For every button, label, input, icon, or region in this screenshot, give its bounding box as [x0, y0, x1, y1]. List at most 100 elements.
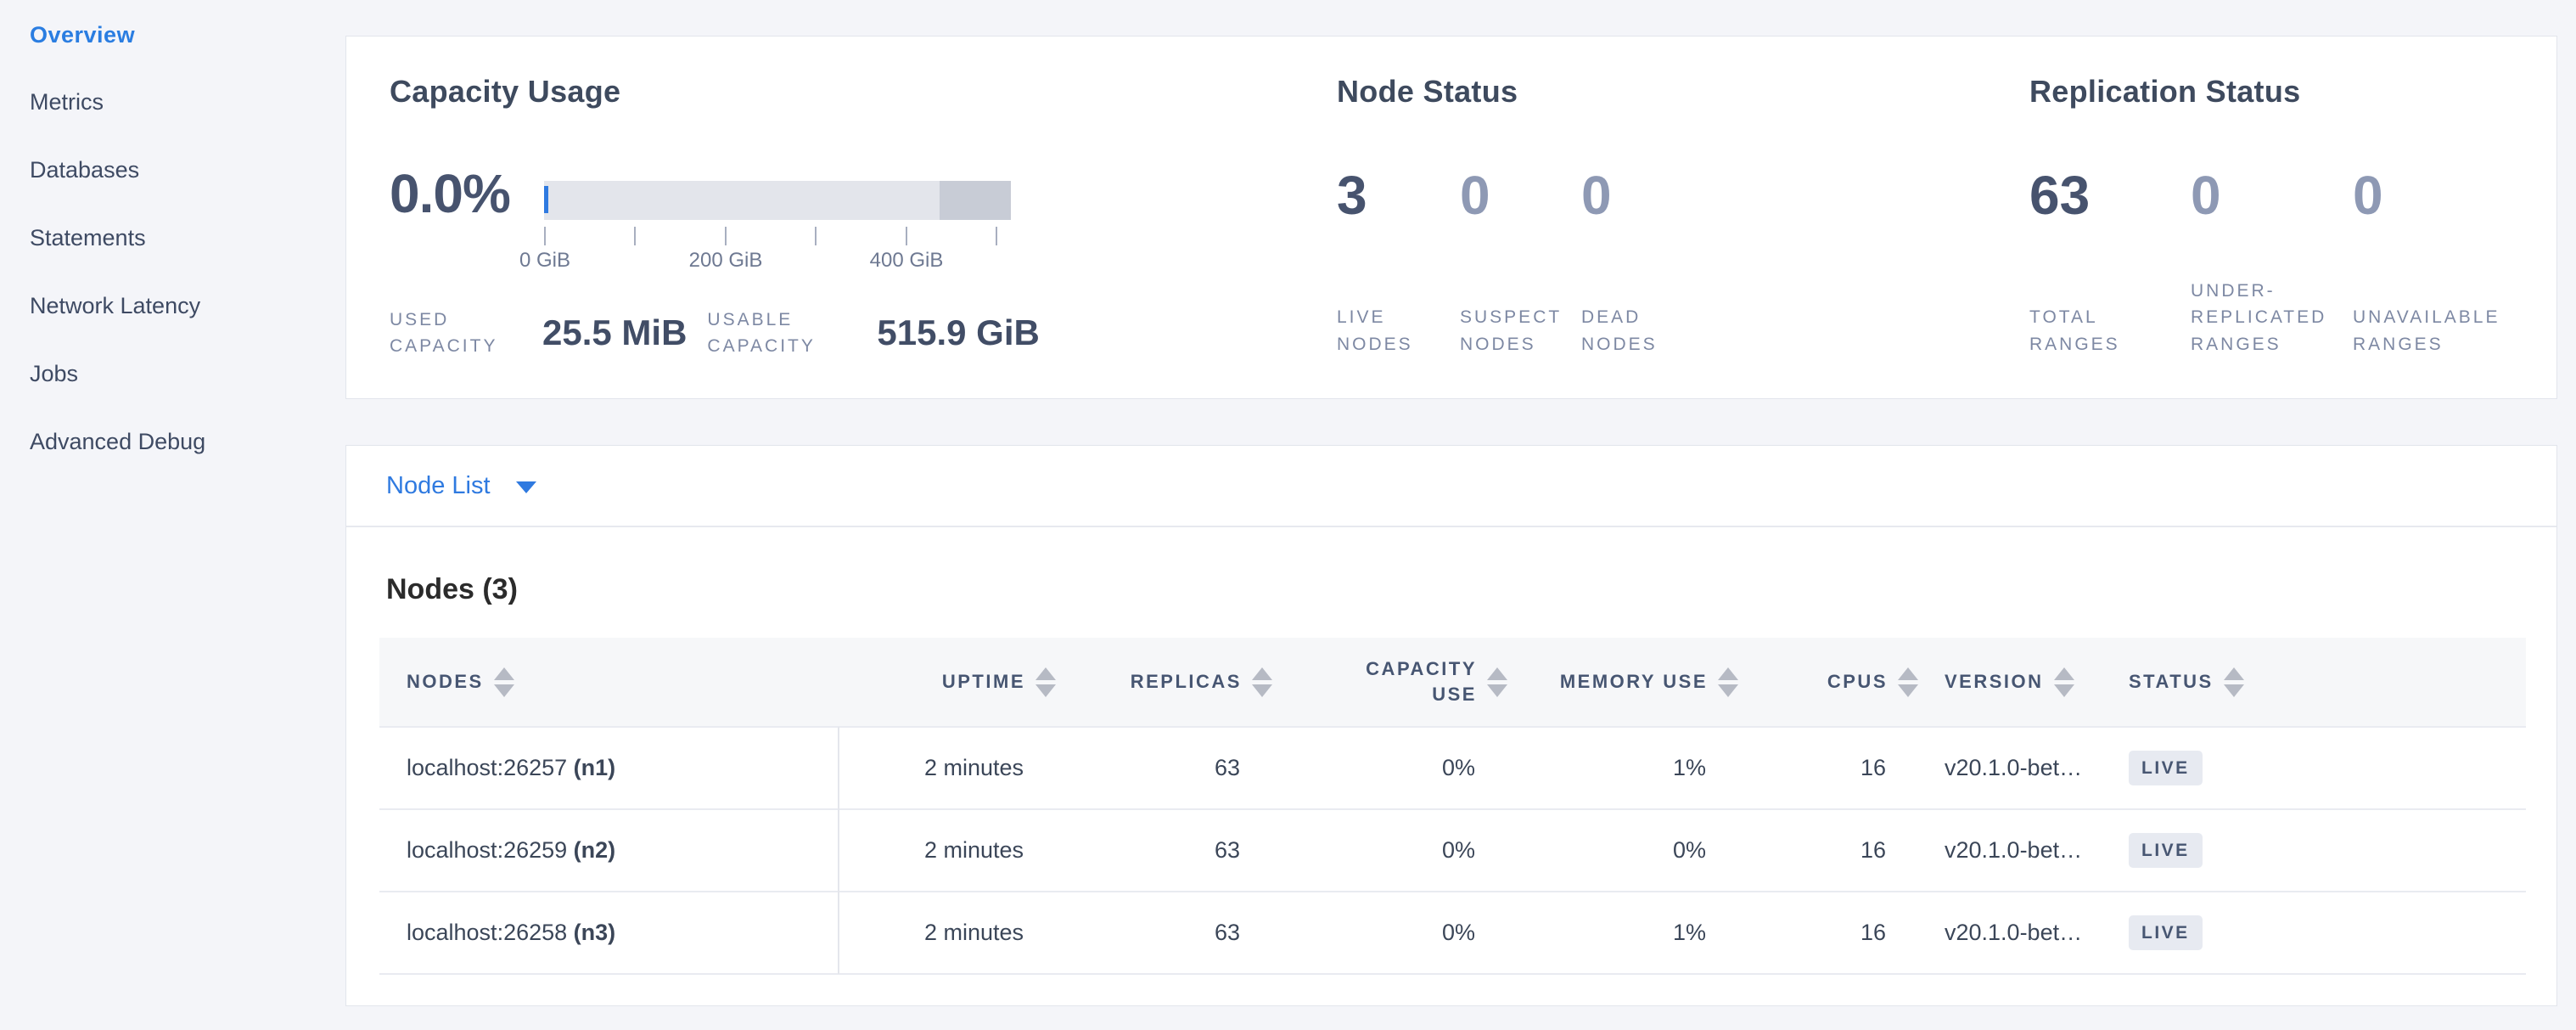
unavailable-ranges-value: 0 [2353, 164, 2531, 227]
chevron-down-icon [516, 481, 536, 493]
version-cell: v20.1.0-bet… [1918, 809, 2106, 892]
node-list-dropdown-label: Node List [386, 472, 491, 500]
node-id: (n1) [574, 755, 616, 780]
nodes-column-divider [838, 727, 839, 974]
column-header-replicas[interactable]: REPLICAS [1056, 638, 1272, 727]
suspect-nodes-label: SUSPECT NODES [1460, 304, 1570, 357]
total-ranges-label: TOTAL RANGES [2029, 304, 2131, 357]
node-list-dropdown-band: Node List [346, 446, 2556, 527]
live-nodes-value: 3 [1337, 164, 1460, 227]
replicas-cell: 63 [1056, 809, 1272, 892]
status-badge: LIVE [2129, 751, 2203, 785]
uptime-cell: 2 minutes [838, 727, 1056, 809]
sidebar-item-advanced-debug[interactable]: Advanced Debug [30, 408, 205, 476]
axis-label-200: 200 GiB [689, 249, 763, 273]
node-address[interactable]: localhost:26258 [407, 920, 567, 945]
usable-capacity-label: USABLE CAPACITY [707, 307, 858, 360]
status-badge: LIVE [2129, 833, 2203, 868]
node-address[interactable]: localhost:26257 [407, 755, 567, 780]
memory-use-cell: 1% [1507, 727, 1738, 809]
capacity-use-header-label: CAPACITY USE [1358, 656, 1477, 706]
capacity-gauge-axis-labels: 0 GiB 200 GiB 400 GiB [544, 249, 1011, 274]
nodes-header-label: NODES [407, 671, 484, 693]
sort-icon [1898, 667, 1918, 697]
capacity-use-cell: 0% [1272, 727, 1507, 809]
sort-icon [1487, 667, 1507, 697]
column-header-capacity-use[interactable]: CAPACITY USE [1272, 638, 1507, 727]
node-id: (n3) [574, 920, 616, 945]
axis-label-0: 0 GiB [519, 249, 570, 273]
cpus-cell: 16 [1738, 727, 1918, 809]
memory-use-header-label: MEMORY USE [1560, 671, 1708, 693]
usable-capacity-value: 515.9 GiB [877, 312, 1039, 353]
under-replicated-ranges-value: 0 [2191, 164, 2353, 227]
column-header-nodes[interactable]: NODES [379, 638, 838, 727]
suspect-nodes-stat: 0 SUSPECT NODES [1460, 164, 1581, 357]
version-cell: v20.1.0-bet… [1918, 727, 2106, 809]
sidebar-item-jobs[interactable]: Jobs [30, 340, 78, 408]
column-header-cpus[interactable]: CPUS [1738, 638, 1918, 727]
live-nodes-label: LIVE NODES [1337, 304, 1430, 357]
node-list-dropdown[interactable]: Node List [386, 472, 536, 500]
sidebar-item-databases[interactable]: Databases [30, 136, 139, 204]
total-ranges-value: 63 [2029, 164, 2191, 227]
uptime-cell: 2 minutes [838, 809, 1056, 892]
cpus-header-label: CPUS [1827, 671, 1888, 693]
replicas-cell: 63 [1056, 727, 1272, 809]
under-replicated-ranges-label: UNDER-REPLICATED RANGES [2191, 278, 2343, 358]
version-header-label: VERSION [1945, 671, 2044, 693]
replicas-cell: 63 [1056, 892, 1272, 974]
sort-icon [1035, 667, 1056, 697]
node-list-card: Node List Nodes (3) NODES UPTIME [345, 445, 2557, 1006]
unavailable-ranges-stat: 0 UNAVAILABLE RANGES [2353, 164, 2531, 357]
node-address[interactable]: localhost:26259 [407, 837, 567, 863]
sort-icon [2224, 667, 2244, 697]
live-nodes-stat: 3 LIVE NODES [1337, 164, 1460, 357]
sort-icon [1718, 667, 1738, 697]
nodes-table: NODES UPTIME REPLICAS CAPACITY USE MEMOR… [379, 638, 2526, 975]
sidebar-item-overview[interactable]: Overview [30, 1, 135, 69]
column-header-version[interactable]: VERSION [1918, 638, 2106, 727]
memory-use-cell: 0% [1507, 809, 1738, 892]
table-row[interactable]: localhost:26259 (n2) 2 minutes 63 0% 0% … [379, 809, 2526, 892]
capacity-use-cell: 0% [1272, 809, 1507, 892]
replication-status-title: Replication Status [2029, 74, 2300, 110]
capacity-gauge-reserved-segment [940, 181, 1011, 220]
dead-nodes-label: DEAD NODES [1581, 304, 1675, 357]
dead-nodes-value: 0 [1581, 164, 1717, 227]
sort-icon [2054, 667, 2074, 697]
node-status-title: Node Status [1337, 74, 1518, 110]
overview-page: Overview Metrics Databases Statements Ne… [0, 0, 2576, 1030]
capacity-gauge-used-marker [544, 186, 548, 213]
capacity-gauge-ticks [544, 227, 1011, 245]
cluster-summary-card: Capacity Usage 0.0% 0 GiB 200 GiB 400 Gi… [345, 36, 2557, 399]
sidebar-item-metrics[interactable]: Metrics [30, 68, 104, 136]
table-row[interactable]: localhost:26258 (n3) 2 minutes 63 0% 1% … [379, 892, 2526, 974]
axis-label-400: 400 GiB [870, 249, 944, 273]
column-header-status[interactable]: STATUS [2106, 638, 2526, 727]
capacity-used-percent: 0.0% [390, 162, 510, 225]
capacity-usage-title: Capacity Usage [390, 74, 620, 110]
node-status-stats: 3 LIVE NODES 0 SUSPECT NODES 0 DEAD NODE… [1337, 164, 1717, 357]
memory-use-cell: 1% [1507, 892, 1738, 974]
table-row[interactable]: localhost:26257 (n1) 2 minutes 63 0% 1% … [379, 727, 2526, 809]
column-header-uptime[interactable]: UPTIME [838, 638, 1056, 727]
table-header-row: NODES UPTIME REPLICAS CAPACITY USE MEMOR… [379, 638, 2526, 727]
version-cell: v20.1.0-bet… [1918, 892, 2106, 974]
sidebar-item-network-latency[interactable]: Network Latency [30, 272, 200, 340]
cpus-cell: 16 [1738, 809, 1918, 892]
under-replicated-ranges-stat: 0 UNDER-REPLICATED RANGES [2191, 164, 2353, 357]
capacity-gauge-bar [544, 181, 1011, 220]
dead-nodes-stat: 0 DEAD NODES [1581, 164, 1717, 357]
replicas-header-label: REPLICAS [1131, 671, 1242, 693]
total-ranges-stat: 63 TOTAL RANGES [2029, 164, 2191, 357]
uptime-header-label: UPTIME [942, 671, 1025, 693]
uptime-cell: 2 minutes [838, 892, 1056, 974]
status-badge: LIVE [2129, 915, 2203, 950]
capacity-use-cell: 0% [1272, 892, 1507, 974]
node-id: (n2) [574, 837, 616, 863]
sidebar-item-statements[interactable]: Statements [30, 204, 146, 272]
column-header-memory-use[interactable]: MEMORY USE [1507, 638, 1738, 727]
cpus-cell: 16 [1738, 892, 1918, 974]
used-capacity-label: USED CAPACITY [390, 307, 524, 360]
